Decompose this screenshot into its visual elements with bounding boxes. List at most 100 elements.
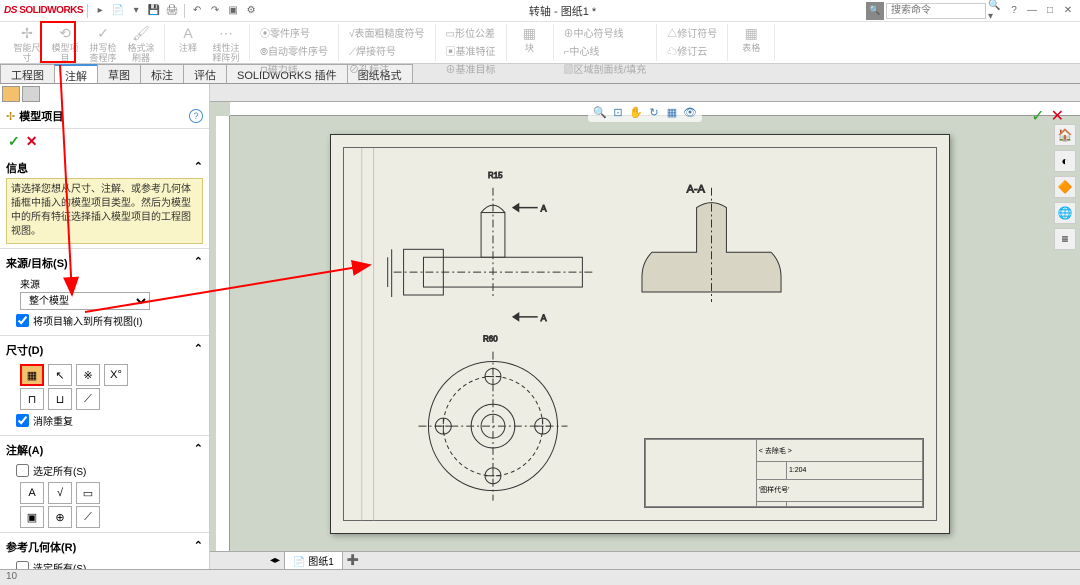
- spell-check-button[interactable]: ✓拼写检查程序: [86, 24, 120, 63]
- new-icon[interactable]: ▸: [92, 3, 108, 19]
- tolerance-button[interactable]: X°: [104, 364, 128, 386]
- centerline-button[interactable]: ⌐中心线: [560, 42, 651, 59]
- search-dropdown-icon[interactable]: 🔍▾: [988, 3, 1004, 19]
- annot-select-all-label: 选定所有(S): [33, 463, 86, 478]
- undo-icon[interactable]: ↶: [189, 3, 205, 19]
- magnetic-line-button[interactable]: ⊓磁力线: [256, 60, 332, 77]
- linear-pattern-button[interactable]: ⋯线性注释阵列: [209, 24, 243, 63]
- ref-select-all-checkbox[interactable]: [16, 561, 29, 569]
- open-icon[interactable]: ▾: [128, 3, 144, 19]
- print-icon[interactable]: 🖨: [164, 3, 180, 19]
- ref-select-all-label: 选定所有(S): [33, 560, 86, 569]
- tab-annotation[interactable]: 注解: [54, 64, 98, 83]
- hatch-button[interactable]: ▨区域剖面线/填充: [560, 60, 651, 77]
- revision-symbol-button[interactable]: △修订符号: [663, 24, 721, 41]
- datum-target-icon-button[interactable]: ⊕: [48, 506, 72, 528]
- sheet-nav-icon[interactable]: ◂▸: [270, 555, 280, 566]
- hole-callout-dim-button[interactable]: ⊔: [48, 388, 72, 410]
- note-button[interactable]: A注释: [171, 24, 205, 63]
- pan-icon[interactable]: ✋: [628, 104, 644, 120]
- auto-balloon-button[interactable]: ⦾自动零件序号: [256, 42, 332, 59]
- collapse-icon[interactable]: ⌃: [194, 342, 203, 358]
- threads-button[interactable]: ⟋: [76, 388, 100, 410]
- options-icon[interactable]: ⚙: [243, 3, 259, 19]
- collapse-icon[interactable]: ⌃: [194, 539, 203, 555]
- hide-show-icon[interactable]: 👁: [682, 104, 698, 120]
- maximize-icon[interactable]: □: [1042, 3, 1058, 19]
- note-icon-button[interactable]: A: [20, 482, 44, 504]
- drawing-canvas[interactable]: 🔍 ⊡ ✋ ↻ ▦ 👁 ✓ ✕ 🏠 ◐ 🔶 🌐 ≡: [210, 84, 1080, 569]
- tab-drawing[interactable]: 工程图: [0, 64, 55, 83]
- reject-view-icon[interactable]: ✕: [1051, 106, 1064, 126]
- redo-icon[interactable]: ↷: [207, 3, 223, 19]
- revision-cloud-button[interactable]: ☁修订云: [663, 42, 721, 59]
- panel-help-icon[interactable]: ?: [189, 109, 203, 123]
- marked-dimension-button[interactable]: ▦: [20, 364, 44, 386]
- eliminate-dup-checkbox[interactable]: [16, 414, 29, 427]
- view-toolbar: 🔍 ⊡ ✋ ↻ ▦ 👁: [588, 102, 702, 122]
- add-sheet-icon[interactable]: ➕: [347, 555, 359, 566]
- surface-finish-icon-button[interactable]: √: [48, 482, 72, 504]
- eliminate-dup-label: 消除重复: [33, 413, 73, 428]
- weld-icon-button[interactable]: ⟋: [76, 506, 100, 528]
- app-logo: DS SOLIDWORKS: [4, 5, 83, 16]
- collapse-icon[interactable]: ⌃: [194, 160, 203, 176]
- appearance-icon[interactable]: ◐: [1054, 150, 1076, 172]
- cancel-button[interactable]: ✕: [26, 133, 38, 150]
- format-painter-button[interactable]: 🖌格式涂刷器: [124, 24, 158, 63]
- table-button[interactable]: ▦表格: [734, 24, 768, 53]
- gtol-icon-button[interactable]: ▭: [76, 482, 100, 504]
- block-button[interactable]: ▦块: [513, 24, 547, 53]
- tab-evaluate[interactable]: 评估: [183, 64, 227, 83]
- ok-button[interactable]: ✓: [8, 133, 20, 150]
- zoom-area-icon[interactable]: ⊡: [610, 104, 626, 120]
- instance-count-button[interactable]: ※: [76, 364, 100, 386]
- surface-finish-button[interactable]: √表面粗糙度符号: [345, 24, 429, 41]
- custom-icon[interactable]: ≡: [1054, 228, 1076, 250]
- all-views-checkbox[interactable]: [16, 314, 29, 327]
- smart-dimension-button[interactable]: ✢智能尺寸: [10, 24, 44, 63]
- feature-tree-tab[interactable]: [2, 86, 20, 102]
- home-icon[interactable]: 🏠: [1054, 124, 1076, 146]
- balloon-button[interactable]: ⦿零件序号: [256, 24, 332, 41]
- status-left: 10: [6, 571, 17, 582]
- svg-text:A-A: A-A: [687, 184, 706, 196]
- datum-icon-button[interactable]: ▣: [20, 506, 44, 528]
- hole-callout-button[interactable]: ⊘孔标注: [345, 60, 429, 77]
- rotate-icon[interactable]: ↻: [646, 104, 662, 120]
- rebuild-icon[interactable]: ▣: [225, 3, 241, 19]
- decal-icon[interactable]: 🔶: [1054, 176, 1076, 198]
- drawing-sheet[interactable]: A A R15 R60: [330, 134, 950, 534]
- status-bar: 10: [0, 569, 1080, 585]
- all-views-label: 将项目输入到所有视图(I): [33, 313, 142, 328]
- weld-symbol-button[interactable]: ⟋焊接符号: [345, 42, 429, 59]
- file-icon[interactable]: 📄: [110, 3, 126, 19]
- minimize-icon[interactable]: —: [1024, 3, 1040, 19]
- help-icon[interactable]: ?: [1006, 3, 1022, 19]
- config-tab[interactable]: [22, 86, 40, 102]
- datum-feature-button[interactable]: ▣基准特征: [442, 42, 500, 59]
- gtol-button[interactable]: ▭形位公差: [442, 24, 500, 41]
- collapse-icon[interactable]: ⌃: [194, 255, 203, 271]
- annot-select-all-checkbox[interactable]: [16, 464, 29, 477]
- display-style-icon[interactable]: ▦: [664, 104, 680, 120]
- save-icon[interactable]: 💾: [146, 3, 162, 19]
- sheet-tab[interactable]: 📄 图纸1: [284, 551, 343, 569]
- source-header: 来源/目标(S): [6, 255, 68, 271]
- tab-markup[interactable]: 标注: [140, 64, 184, 83]
- datum-target-button[interactable]: ⊕基准目标: [442, 60, 500, 77]
- collapse-icon[interactable]: ⌃: [194, 442, 203, 458]
- model-items-button[interactable]: ⟲模型项目: [48, 24, 82, 63]
- not-marked-button[interactable]: ↖: [48, 364, 72, 386]
- search-icon[interactable]: 🔍: [866, 2, 884, 20]
- hole-wizard-button[interactable]: ⊓: [20, 388, 44, 410]
- search-input[interactable]: [886, 3, 986, 19]
- accept-view-icon[interactable]: ✓: [1031, 106, 1044, 126]
- model-items-icon: ✢: [6, 110, 15, 123]
- center-mark-button[interactable]: ⊕中心符号线: [560, 24, 651, 41]
- close-icon[interactable]: ✕: [1060, 3, 1076, 19]
- zoom-fit-icon[interactable]: 🔍: [592, 104, 608, 120]
- scene-icon[interactable]: 🌐: [1054, 202, 1076, 224]
- source-dropdown[interactable]: 整个模型: [20, 292, 150, 310]
- tab-sketch[interactable]: 草图: [97, 64, 141, 83]
